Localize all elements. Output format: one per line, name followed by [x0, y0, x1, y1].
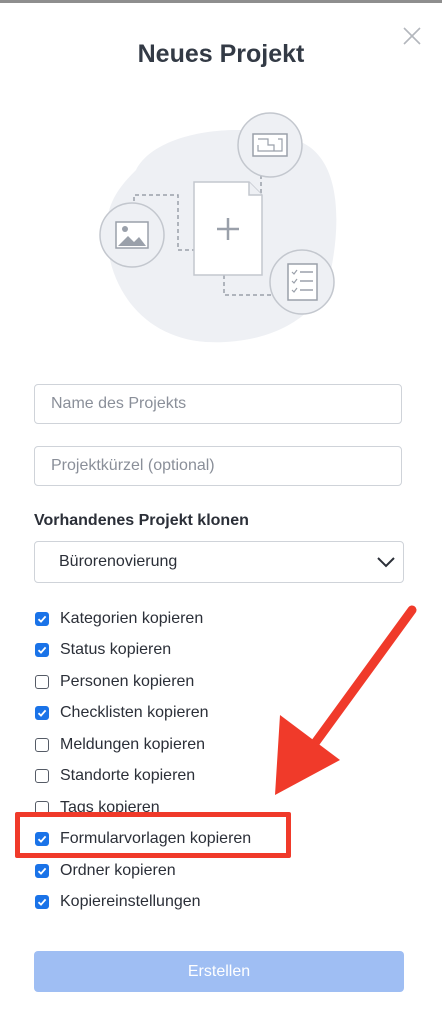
checkbox[interactable] [35, 895, 49, 910]
checkbox[interactable] [35, 863, 49, 878]
checkbox[interactable] [35, 737, 49, 752]
annotation-highlight-box [15, 812, 291, 858]
clone-project-label: Vorhandenes Projekt klonen [34, 512, 249, 529]
annotation-arrow-icon [275, 605, 417, 795]
clone-project-select[interactable]: Bürorenovierung [34, 541, 404, 583]
option-label: Kategorien kopieren [60, 609, 204, 627]
option-label: Checklisten kopieren [60, 704, 209, 722]
dialog-title: Neues Projekt [137, 40, 305, 68]
checkbox[interactable] [35, 769, 49, 784]
checkmark-icon [37, 615, 47, 623]
option-label: Standorte kopieren [60, 767, 196, 785]
checkbox[interactable] [35, 706, 49, 721]
checkbox[interactable] [35, 643, 49, 658]
clone-project-selected-value: Bürorenovierung [59, 553, 178, 570]
option-label: Meldungen kopieren [60, 735, 205, 753]
window-top-border [0, 0, 442, 3]
option-label: Personen kopieren [60, 672, 195, 690]
project-name-input[interactable] [34, 384, 402, 424]
checkmark-icon [37, 867, 47, 875]
new-project-illustration [99, 112, 337, 343]
checkmark-icon [37, 647, 47, 655]
project-short-code-input[interactable] [34, 446, 402, 486]
option-label: Ordner kopieren [60, 861, 176, 879]
option-label: Kopiereinstellungen [60, 893, 201, 911]
checkbox[interactable] [35, 611, 49, 626]
checkmark-icon [37, 710, 47, 718]
chevron-down-icon [377, 557, 395, 568]
checkmark-icon [37, 899, 47, 907]
option-folders[interactable]: Ordner kopieren [34, 855, 404, 887]
create-button[interactable]: Erstellen [34, 951, 404, 992]
option-copy-settings[interactable]: Kopiereinstellungen [34, 887, 404, 919]
option-label: Status kopieren [60, 641, 172, 659]
checkbox[interactable] [35, 674, 49, 689]
